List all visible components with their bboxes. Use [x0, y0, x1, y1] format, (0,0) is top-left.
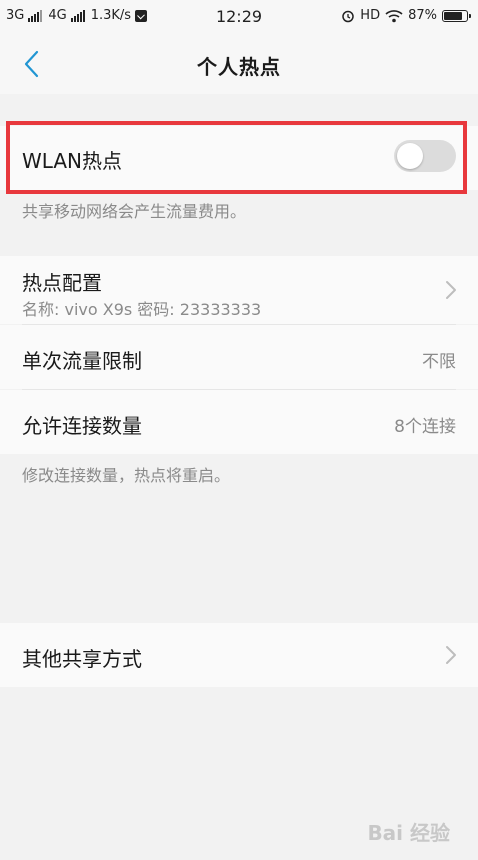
data-limit-label: 单次流量限制	[22, 349, 142, 373]
chevron-right-icon	[446, 646, 456, 664]
other-sharing-label: 其他共享方式	[22, 647, 142, 671]
data-limit-value: 不限	[422, 352, 456, 372]
connections-value: 8个连接	[394, 417, 456, 437]
wifi-icon	[385, 9, 403, 22]
wlan-hotspot-toggle[interactable]	[394, 140, 456, 172]
data-limit-row[interactable]: 单次流量限制 不限	[0, 325, 478, 389]
battery-level	[444, 11, 462, 20]
watermark: Bai 经验	[367, 821, 450, 845]
connections-note: 修改连接数量，热点将重启。	[22, 466, 231, 485]
battery-percent: 87%	[408, 8, 437, 23]
alarm-icon	[342, 10, 355, 22]
status-bar: 3G 4G 1.3K/s 12:29 HD 87%	[0, 0, 478, 34]
hotspot-config-label: 热点配置	[22, 271, 102, 295]
connections-row[interactable]: 允许连接数量 8个连接	[0, 390, 478, 454]
wlan-hotspot-row[interactable]: WLAN热点	[0, 126, 478, 190]
chevron-right-icon	[446, 281, 456, 299]
other-sharing-row[interactable]: 其他共享方式	[0, 623, 478, 687]
toggle-knob	[397, 143, 423, 169]
battery-icon	[442, 9, 471, 22]
title-bar: 个人热点	[0, 34, 478, 94]
hotspot-config-row[interactable]: 热点配置 名称: vivo X9s 密码: 23333333	[0, 256, 478, 324]
status-bar-right: HD 87%	[341, 8, 471, 23]
hd-badge: HD	[360, 8, 381, 23]
wlan-note: 共享移动网络会产生流量费用。	[22, 202, 247, 221]
page-title: 个人热点	[197, 55, 281, 79]
wlan-hotspot-label: WLAN热点	[22, 149, 123, 173]
connections-label: 允许连接数量	[22, 414, 142, 438]
hotspot-config-summary: 名称: vivo X9s 密码: 23333333	[22, 300, 262, 319]
